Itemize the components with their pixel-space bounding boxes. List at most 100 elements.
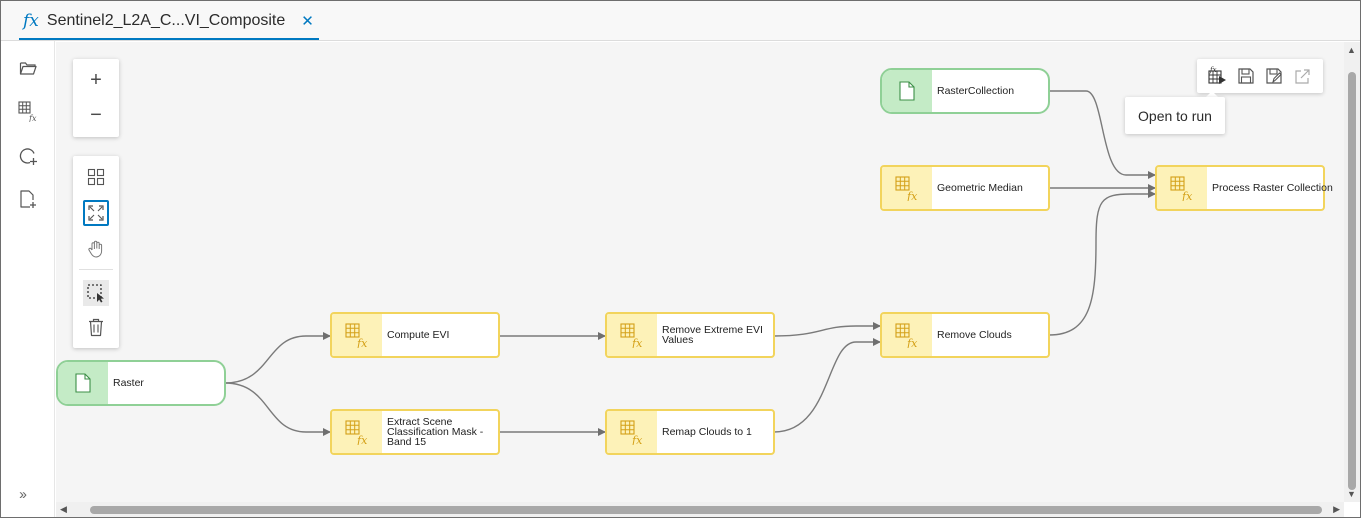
run-function-icon: fx [1208, 66, 1227, 84]
vertical-scrollbar[interactable]: ▲ ▼ [1344, 42, 1360, 502]
svg-text:fx: fx [631, 337, 643, 348]
fit-extent-icon [88, 205, 104, 221]
node-label: Raster [113, 377, 144, 389]
horizontal-scrollbar[interactable]: ◀ ▶ [56, 502, 1344, 517]
select-button[interactable] [83, 280, 109, 306]
node-label: Remove Clouds [937, 329, 1012, 341]
side-rail: fx ›› [1, 41, 55, 517]
scroll-right-arrow[interactable]: ▶ [1333, 504, 1340, 515]
add-raster-button[interactable] [15, 186, 41, 212]
function-icon-box: fx [882, 167, 932, 209]
node-extract-scene-classification[interactable]: fx Extract Scene Classification Mask - Ban… [330, 409, 500, 455]
node-remove-extreme-evi[interactable]: fx Remove Extreme EVI Values [605, 312, 775, 358]
open-folder-button[interactable] [15, 55, 41, 81]
horizontal-scroll-thumb[interactable] [90, 506, 1322, 514]
svg-text:fx: fx [1181, 190, 1193, 201]
document-icon [75, 373, 91, 393]
save-icon [1238, 68, 1254, 84]
raster-function-icon: fx [345, 420, 368, 445]
raster-function-icon: fx [1170, 176, 1193, 201]
tab-sentinel2-composite[interactable]: fx Sentinel2_L2A_C...VI_Composite ✕ [19, 4, 319, 40]
node-geometric-median[interactable]: fx Geometric Median [880, 165, 1050, 211]
node-label: RasterCollection [937, 85, 1015, 97]
svg-text:fx: fx [906, 190, 918, 201]
close-icon[interactable]: ✕ [301, 12, 314, 30]
add-document-icon [20, 190, 36, 208]
node-remap-clouds[interactable]: fx Remap Clouds to 1 [605, 409, 775, 455]
save-as-icon [1266, 68, 1283, 84]
node-process-raster-collection[interactable]: fx Process Raster Collection [1155, 165, 1333, 211]
node-label: Extract Scene Classification Mask - Band 1… [382, 417, 487, 448]
node-label: Geometric Median [937, 182, 1023, 194]
grid-layout-icon [87, 168, 105, 186]
export-button[interactable] [1291, 64, 1315, 88]
function-icon-box: fx [332, 314, 382, 356]
share-export-icon [1295, 69, 1310, 84]
scroll-down-arrow[interactable]: ▼ [1347, 489, 1356, 499]
svg-text:fx: fx [356, 434, 368, 445]
node-label: Remove Extreme EVI Values [657, 325, 767, 346]
node-label-line: Band 15 [387, 436, 427, 448]
open-to-run-tooltip: Open to run [1125, 97, 1225, 134]
node-label: Remap Clouds to 1 [662, 426, 752, 438]
edge-remap-to-remove-clouds [773, 338, 881, 433]
raster-function-icon: fx [620, 420, 643, 445]
node-remove-clouds[interactable]: fx Remove Clouds [880, 312, 1050, 358]
edge-raster-to-extract-scl [224, 382, 331, 436]
tools-divider [79, 269, 113, 270]
folder-open-icon [19, 62, 37, 75]
raster-variable-icon-box [58, 362, 108, 404]
edge-raster-to-compute-evi [224, 332, 331, 384]
zoom-panel: + − [73, 59, 119, 137]
expand-panel-button[interactable]: ›› [19, 486, 27, 503]
function-icon-box: fx [882, 314, 932, 356]
function-icon-box: fx [332, 411, 382, 453]
svg-text:fx: fx [631, 434, 643, 445]
document-icon [899, 81, 915, 101]
svg-text:fx: fx [1209, 66, 1217, 74]
node-label-line: Values [662, 334, 694, 346]
hand-icon [88, 240, 103, 258]
node-compute-evi[interactable]: fx Compute EVI [330, 312, 500, 358]
function-canvas[interactable]: + − Raster fx Compute EVI fx Extract Sce… [56, 42, 1344, 502]
tab-bar: fx Sentinel2_L2A_C...VI_Composite ✕ [1, 1, 1360, 41]
scroll-left-arrow[interactable]: ◀ [60, 504, 67, 515]
raster-function-icon: fx [345, 323, 368, 348]
svg-text:fx: fx [356, 337, 368, 348]
zoom-out-button[interactable]: − [83, 102, 109, 128]
raster-function-icon: fx [895, 323, 918, 348]
function-toolbar: fx [1197, 59, 1323, 93]
raster-function-icon: fx [895, 176, 918, 201]
tools-panel [73, 156, 119, 348]
node-raster-collection[interactable]: RasterCollection [880, 68, 1050, 114]
raster-functions-button[interactable]: fx [15, 98, 41, 124]
add-variable-button[interactable] [15, 143, 41, 169]
fit-to-window-button[interactable] [83, 200, 109, 226]
svg-text:fx: fx [906, 337, 918, 348]
function-icon: fx [23, 11, 39, 31]
svg-text:fx: fx [28, 114, 37, 122]
raster-function-icon: fx [620, 323, 643, 348]
save-button[interactable] [1234, 64, 1258, 88]
node-label: Compute EVI [387, 329, 450, 341]
edge-remove-extreme-to-remove-clouds [773, 322, 881, 337]
function-icon-box: fx [607, 411, 657, 453]
zoom-in-button[interactable]: + [83, 67, 109, 93]
marquee-select-icon [87, 284, 104, 303]
raster-variable-icon-box [882, 70, 932, 112]
edge-remove-clouds-to-process [1048, 190, 1156, 336]
node-raster[interactable]: Raster [56, 360, 226, 406]
add-variable-icon [19, 148, 37, 165]
scroll-up-arrow[interactable]: ▲ [1347, 45, 1356, 55]
raster-function-icon: fx [18, 101, 37, 122]
vertical-scroll-thumb[interactable] [1348, 72, 1356, 490]
auto-layout-button[interactable] [83, 164, 109, 190]
delete-button[interactable] [83, 314, 109, 340]
save-as-button[interactable] [1262, 64, 1286, 88]
tab-title: Sentinel2_L2A_C...VI_Composite [46, 12, 286, 29]
open-to-run-button[interactable]: fx [1205, 64, 1229, 88]
node-label: Process Raster Collection [1212, 182, 1333, 194]
raster-function-editor: fx Sentinel2_L2A_C...VI_Composite ✕ fx ›… [0, 0, 1361, 518]
pan-button[interactable] [83, 236, 109, 262]
trash-icon [89, 318, 103, 337]
